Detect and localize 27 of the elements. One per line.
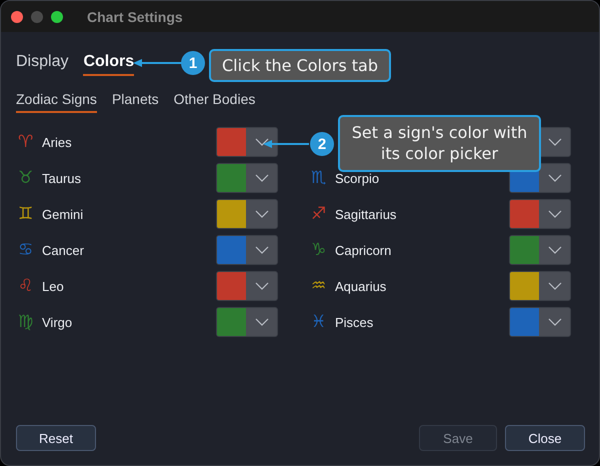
sign-label: Aries [42,134,72,150]
sign-label: Aquarius [335,278,386,294]
callout-tooltip: Set a sign's color with its color picker [338,115,541,172]
sign-label: Sagittarius [335,206,396,222]
zodiac-icon: ♑ [309,240,335,260]
sign-label: Scorpio [335,170,380,186]
zodiac-icon: ♓ [309,312,335,332]
sign-label: Gemini [42,206,84,222]
step-number-badge: 2 [310,132,334,156]
zodiac-icon: ♐ [309,204,335,224]
callout-tooltip: Click the Colors tab [209,49,391,82]
sign-label: Capricorn [335,242,392,258]
sign-label: Virgo [42,314,72,330]
zodiac-icon: ♍ [16,312,42,332]
zodiac-icon: ♉ [16,168,42,188]
zodiac-icon: ♊ [16,204,42,224]
zodiac-icon: ♈ [16,132,42,152]
sign-label: Leo [42,278,64,294]
zodiac-icon: ♏ [309,168,335,188]
sign-label: Taurus [42,170,82,186]
sign-label: Pisces [335,314,374,330]
zodiac-icon: ♌ [16,276,42,296]
zodiac-icon: ♋ [16,240,42,260]
zodiac-icon: ♒ [309,276,335,296]
step-number-badge: 1 [181,51,205,75]
window-title: Chart Settings [87,8,183,24]
sign-label: Cancer [42,242,84,258]
